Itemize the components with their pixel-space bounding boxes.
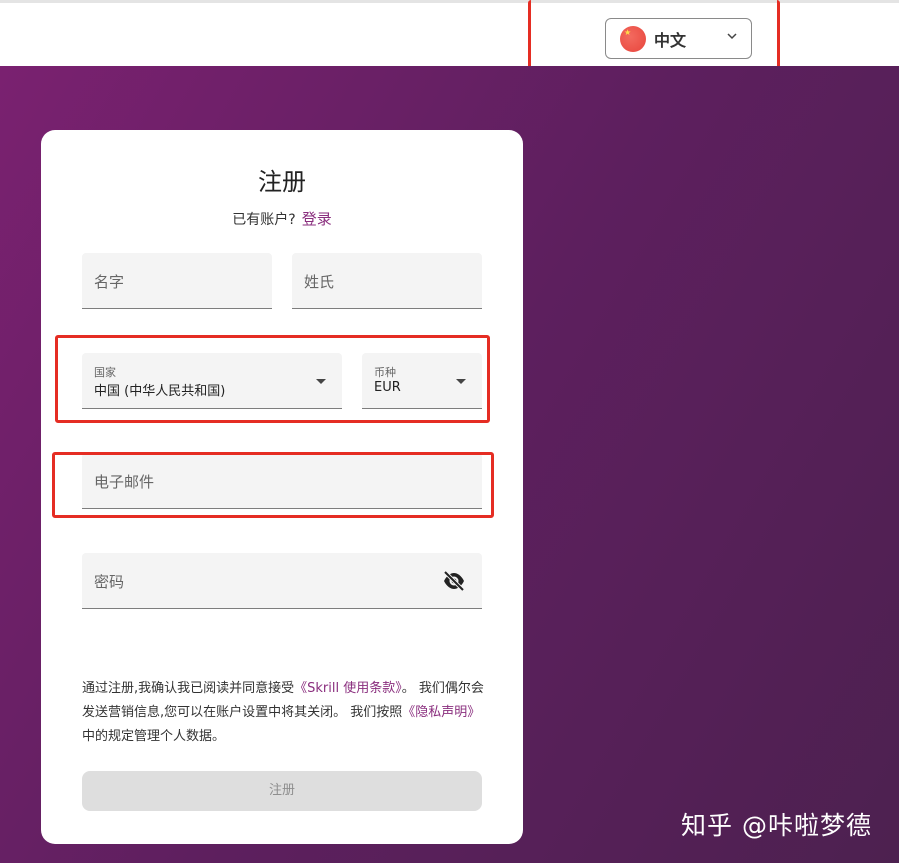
terms-link[interactable]: 《Skrill 使用条款》 — [294, 681, 402, 696]
register-button[interactable]: 注册 — [82, 771, 482, 811]
last-name-field[interactable]: 姓氏 — [292, 253, 482, 309]
first-name-placeholder: 名字 — [94, 273, 125, 291]
last-name-placeholder: 姓氏 — [304, 273, 335, 291]
have-account-text: 已有账户? — [232, 212, 296, 228]
highlight-email — [52, 452, 494, 518]
first-name-field[interactable]: 名字 — [82, 253, 272, 309]
terms-text: 通过注册,我确认我已阅读并同意接受《Skrill 使用条款》。 我们偶尔会发送营… — [82, 677, 492, 749]
watermark: 知乎 @咔啦梦德 — [681, 811, 872, 840]
privacy-link[interactable]: 《隐私声明》 — [402, 705, 480, 720]
have-account-row: 已有账户? 登录 — [41, 208, 523, 229]
login-link[interactable]: 登录 — [302, 210, 332, 228]
highlight-country-currency — [55, 335, 490, 423]
password-placeholder: 密码 — [94, 573, 125, 591]
page-title: 注册 — [258, 168, 306, 196]
eye-off-icon[interactable] — [442, 570, 466, 592]
password-field[interactable]: 密码 — [82, 553, 482, 609]
terms-text-3: 中的规定管理个人数据。 — [82, 729, 226, 744]
terms-text-1: 通过注册,我确认我已阅读并同意接受 — [82, 681, 295, 696]
